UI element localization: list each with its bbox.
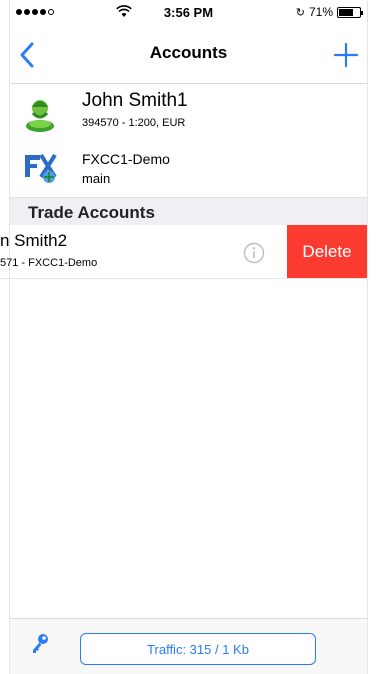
add-account-button[interactable] (331, 38, 361, 72)
trader-avatar-icon (22, 93, 58, 133)
section-header-trade-accounts: Trade Accounts (10, 197, 367, 225)
info-button[interactable] (243, 242, 265, 264)
trade-account-details: 571 - FXCC1-Demo (0, 257, 98, 269)
traffic-indicator-button[interactable]: Traffic: 315 / 1 Kb (80, 633, 316, 665)
trade-account-row[interactable]: n Smith2 571 - FXCC1-Demo Delete (0, 225, 367, 279)
account-details: 394570 - 1:200, EUR (82, 117, 186, 129)
delete-button[interactable]: Delete (287, 225, 367, 278)
bottom-toolbar: Traffic: 315 / 1 Kb (10, 618, 367, 674)
broker-logo-icon (22, 147, 58, 187)
section-title: Trade Accounts (28, 203, 155, 222)
battery-icon (337, 6, 363, 18)
battery-percent: 71% (308, 5, 333, 19)
battery-status: ↻ 71% (295, 5, 363, 19)
broker-server-name: FXCC1-Demo (82, 151, 170, 167)
rotation-lock-icon: ↻ (295, 6, 305, 19)
info-icon (243, 242, 265, 264)
app-screen: 3:56 PM ↻ 71% Accounts John Smith1 39457… (0, 0, 377, 674)
key-icon (33, 634, 48, 653)
status-bar: 3:56 PM ↻ 71% (10, 0, 367, 26)
navigation-bar: Accounts (10, 26, 367, 84)
page-title: Accounts (149, 43, 228, 62)
plus-icon (333, 42, 359, 68)
key-button[interactable] (30, 633, 50, 655)
account-name: John Smith1 (82, 90, 188, 111)
trade-account-name: n Smith2 (0, 231, 68, 250)
broker-server-group: main (82, 171, 111, 186)
current-account[interactable]: John Smith1 394570 - 1:200, EUR (10, 85, 367, 139)
broker-server[interactable]: FXCC1-Demo main (10, 139, 367, 197)
